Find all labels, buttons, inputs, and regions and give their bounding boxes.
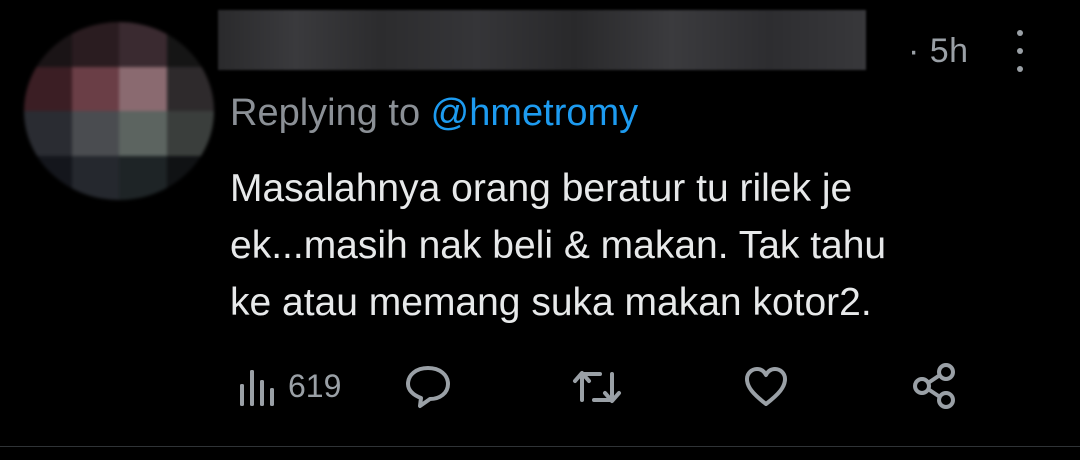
replying-to-label: Replying to [230, 92, 431, 134]
tweet-text-line: ek...masih nak beli & makan. Tak tahu [230, 224, 887, 267]
views-button[interactable]: 619 [238, 364, 341, 408]
more-vertical-icon[interactable] [1010, 30, 1030, 72]
tweet-text-line: Masalahnya orang beratur tu rilek je [230, 167, 853, 210]
retweet-button[interactable] [572, 366, 622, 408]
tweet-text-line: ke atau memang suka makan kotor2. [230, 281, 872, 324]
avatar[interactable] [24, 22, 214, 200]
retweet-icon [573, 371, 621, 403]
redacted-username [218, 10, 866, 70]
reply-button[interactable] [404, 364, 452, 410]
share-button[interactable] [910, 362, 958, 410]
replying-to-handle[interactable]: @hmetromy [431, 92, 639, 134]
share-icon [913, 363, 955, 409]
tweet-text: Masalahnya orang beratur tu rilek je ek.… [230, 160, 1030, 331]
heart-icon [745, 367, 787, 406]
replying-to: Replying to @hmetromy [230, 92, 638, 135]
views-count: 619 [288, 367, 342, 404]
tweet-timestamp[interactable]: · 5h [908, 32, 969, 71]
like-button[interactable] [743, 366, 789, 408]
reply-icon [406, 366, 450, 408]
analytics-icon [240, 370, 274, 406]
divider [0, 446, 1080, 447]
tweet[interactable]: · 5h Replying to @hmetromy Masalahnya or… [0, 0, 1080, 460]
